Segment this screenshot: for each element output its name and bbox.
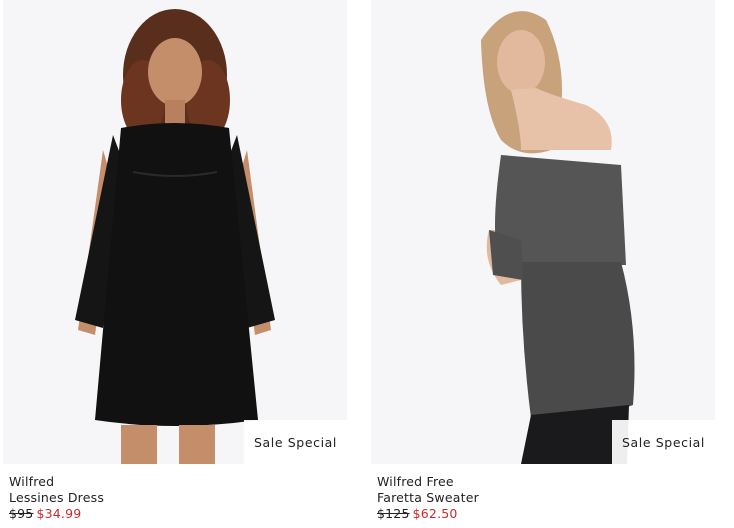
original-price: $125 — [377, 506, 410, 521]
product-name[interactable]: Lessines Dress — [9, 490, 104, 506]
product-image[interactable]: Sale Special — [3, 0, 347, 464]
sweater-model-illustration — [481, 11, 635, 464]
product-brand[interactable]: Wilfred Free — [377, 474, 479, 490]
product-image[interactable]: Sale Special — [371, 0, 715, 464]
product-name[interactable]: Faretta Sweater — [377, 490, 479, 506]
sale-price: $34.99 — [36, 506, 82, 521]
product-grid: Sale Special Wilfred Lessines Dress $95 $… — [0, 0, 734, 528]
product-info: Wilfred Free Faretta Sweater $125 $62.50 — [377, 474, 479, 522]
product-card[interactable]: Sale Special Wilfred Lessines Dress $95 $… — [3, 0, 347, 528]
product-card[interactable]: Sale Special Wilfred Free Faretta Sweate… — [371, 0, 715, 528]
original-price: $95 — [9, 506, 34, 521]
product-price: $125 $62.50 — [377, 506, 479, 522]
product-brand[interactable]: Wilfred — [9, 474, 104, 490]
dress-model-illustration — [75, 9, 275, 464]
sale-special-badge: Sale Special — [612, 420, 715, 464]
product-info: Wilfred Lessines Dress $95 $34.99 — [9, 474, 104, 522]
sale-special-badge: Sale Special — [244, 420, 347, 464]
product-price: $95 $34.99 — [9, 506, 104, 522]
sale-price: $62.50 — [412, 506, 458, 521]
